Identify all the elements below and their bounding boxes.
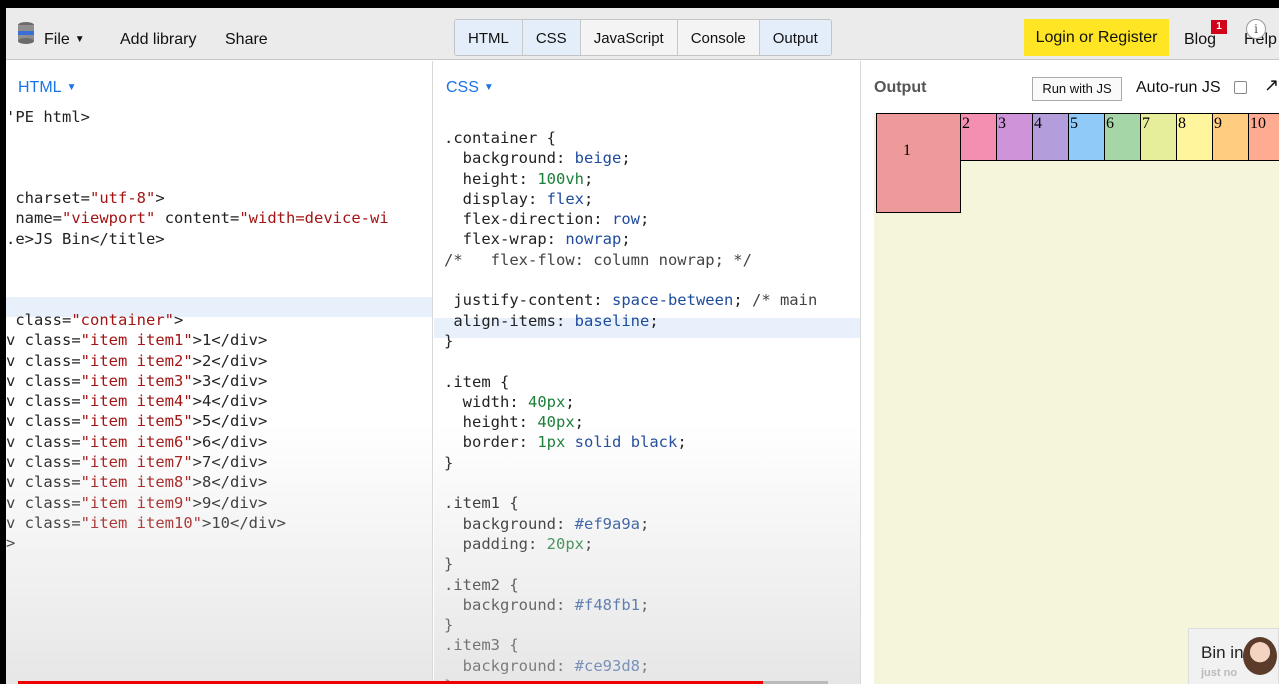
html-panel: HTML ▼ 'PE html> charset="utf-8"> name="v… xyxy=(6,61,433,684)
expand-arrow-icon[interactable]: ↗ xyxy=(1264,75,1279,96)
flex-item: 10 xyxy=(1248,113,1279,161)
flex-item: 9 xyxy=(1212,113,1249,161)
share-menu[interactable]: Share xyxy=(225,31,268,49)
flex-item: 2 xyxy=(960,113,997,161)
top-bar: File ▼ Add library Share HTML CSS JavaScr… xyxy=(6,8,1279,60)
tab-console[interactable]: Console xyxy=(677,20,760,55)
output-panel: Output Run with JS Auto-run JS ↗ 1 2 3 4… xyxy=(862,61,1279,684)
html-code-editor[interactable]: 'PE html> charset="utf-8"> name="viewpor… xyxy=(6,107,389,554)
css-code-editor[interactable]: .container { background: beige; height: … xyxy=(444,128,817,684)
flex-item: 6 xyxy=(1104,113,1141,161)
tab-javascript[interactable]: JavaScript xyxy=(580,20,678,55)
flex-item: 7 xyxy=(1140,113,1177,161)
file-menu[interactable]: File ▼ xyxy=(44,31,85,49)
bin-info-subtext: just no xyxy=(1201,667,1238,679)
auto-run-label: Auto-run JS xyxy=(1136,79,1221,96)
login-register-button[interactable]: Login or Register xyxy=(1024,19,1169,56)
tab-output[interactable]: Output xyxy=(759,20,831,55)
output-panel-title: Output xyxy=(874,79,927,96)
bin-info-text: Bin in xyxy=(1201,643,1244,662)
add-library-menu[interactable]: Add library xyxy=(120,31,196,49)
caret-down-icon: ▼ xyxy=(483,82,494,93)
avatar xyxy=(1243,637,1277,675)
caret-down-icon: ▼ xyxy=(74,34,85,45)
flex-container: 1 2 3 4 5 6 7 8 9 10 xyxy=(876,113,1279,213)
flex-item: 4 xyxy=(1032,113,1069,161)
flex-item: 1 xyxy=(876,113,961,213)
jsbin-logo-icon[interactable] xyxy=(17,22,35,44)
jsbin-app: File ▼ Add library Share HTML CSS JavaScr… xyxy=(6,8,1279,684)
panel-tabs: HTML CSS JavaScript Console Output xyxy=(454,19,832,56)
flex-item: 5 xyxy=(1068,113,1105,161)
css-panel: CSS ▼ .container { background: beige; hei… xyxy=(434,61,861,684)
info-icon[interactable]: i xyxy=(1246,19,1266,39)
tab-css[interactable]: CSS xyxy=(522,20,581,55)
flex-item: 3 xyxy=(996,113,1033,161)
run-with-js-button[interactable]: Run with JS xyxy=(1032,77,1122,101)
caret-down-icon: ▼ xyxy=(66,82,77,93)
output-frame: 1 2 3 4 5 6 7 8 9 10 xyxy=(874,113,1279,684)
css-panel-title[interactable]: CSS ▼ xyxy=(446,79,494,97)
blog-badge: 1 xyxy=(1211,20,1227,34)
tab-html[interactable]: HTML xyxy=(455,20,523,55)
flex-item: 8 xyxy=(1176,113,1213,161)
auto-run-checkbox[interactable] xyxy=(1234,81,1247,94)
html-panel-title[interactable]: HTML ▼ xyxy=(18,79,76,97)
bin-info-popup[interactable]: Bin in just no xyxy=(1188,628,1279,684)
